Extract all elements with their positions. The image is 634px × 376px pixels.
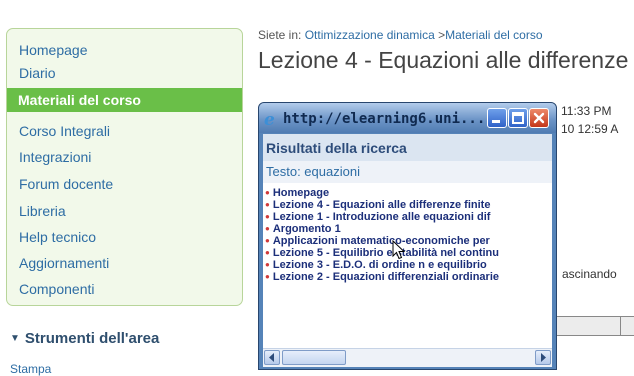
result-item-label: Lezione 1 - Introduzione alle equazioni … [272,211,491,223]
result-item[interactable]: ● Lezione 5 - Equilibrio e stabilità nel … [263,247,552,259]
sidebar-item-componenti[interactable]: Componenti [7,277,242,301]
breadcrumb-link-materials[interactable]: Materiali del corso [445,28,542,42]
search-query-text: Testo: equazioni [266,164,360,179]
result-item[interactable]: ● Argomento 1 [263,223,552,235]
scroll-left-button[interactable] [264,350,280,365]
bullet-icon: ● [265,200,270,209]
result-item[interactable]: ● Lezione 3 - E.D.O. di ordine n e equili… [263,259,552,271]
result-item[interactable]: ● Lezione 1 - Introduzione alle equazioni… [263,211,552,223]
bullet-icon: ● [265,188,270,197]
result-item-label: Applicazioni matematico-economiche per [272,235,490,247]
maximize-button[interactable] [508,108,528,128]
table-cell-divider [620,317,621,335]
background-text-fragment: ascinando [562,267,617,281]
triangle-down-icon: ▼ [10,333,20,344]
close-button[interactable] [529,108,549,128]
chevron-right-icon [541,353,546,362]
breadcrumb-link-course[interactable]: Ottimizzazione dinamica [305,28,435,42]
sidebar-item-materiali-del-corso[interactable]: Materiali del corso [7,88,242,112]
minimize-button[interactable] [487,108,507,128]
sidebar-item-libreria[interactable]: Libreria [7,199,242,223]
sidebar-item-homepage[interactable]: Homepage [7,38,242,62]
results-header: Risultati della ricerca [263,134,552,161]
result-item-label: Lezione 5 - Equilibrio e stabilità nel c… [272,247,499,259]
result-item[interactable]: ● Applicazioni matematico-economiche per [263,235,552,247]
result-list: ● Homepage ● Lezione 4 - Equazioni alle di… [263,187,552,283]
popup-content: Risultati della ricerca Testo: equazioni… [263,134,552,348]
sidebar-item-forum-docente[interactable]: Forum docente [7,172,242,196]
mouse-cursor-icon [392,240,406,260]
result-item-label: Lezione 3 - E.D.O. di ordine n e equilib… [272,259,487,271]
sidebar-item-help-tecnico[interactable]: Help tecnico [7,225,242,249]
minimize-icon [492,120,500,123]
result-item-label: Lezione 2 - Equazioni differenziali ordi… [272,271,499,283]
search-query: Testo: equazioni [263,161,552,183]
tools-section-header[interactable]: ▼ Strumenti dell'area [10,330,159,347]
scroll-thumb[interactable] [282,350,346,365]
bullet-icon: ● [265,272,270,281]
result-item-label: Homepage [272,187,330,199]
background-timestamp-2: 10 12:59 A [561,122,619,136]
scroll-right-button[interactable] [535,350,551,365]
result-item[interactable]: ● Lezione 2 - Equazioni differenziali ord… [263,271,552,283]
result-item-label: Argomento 1 [272,223,341,235]
result-item[interactable]: ● Homepage [263,187,552,199]
ie-icon: e [264,110,275,130]
bullet-icon: ● [265,260,270,269]
result-item-label: Lezione 4 - Equazioni alle differenze fi… [272,199,491,211]
tools-item-stampa[interactable]: Stampa [10,362,51,376]
maximize-icon [512,112,524,124]
popup-title: http://elearning6.uni... [283,111,486,127]
horizontal-scrollbar[interactable] [263,348,552,367]
background-table-header [548,316,634,336]
close-icon [533,112,545,124]
result-item[interactable]: ● Lezione 4 - Equazioni alle differenze f… [263,199,552,211]
tools-section-label: Strumenti dell'area [24,330,160,347]
bullet-icon: ● [265,248,270,257]
background-timestamp-1: 11:33 PM [561,104,612,118]
bullet-icon: ● [265,236,270,245]
search-results-popup-window[interactable]: e http://elearning6.uni... Risultati del… [258,102,557,370]
sidebar-item-aggiornamenti[interactable]: Aggiornamenti [7,251,242,275]
sidebar-item-diario[interactable]: Diario [7,61,242,85]
sidebar-item-integrazioni[interactable]: Integrazioni [7,145,242,169]
bullet-icon: ● [265,212,270,221]
breadcrumb-prefix: Siete in: [258,28,302,42]
sidebar-menu: Homepage Diario Materiali del corso Cors… [6,28,243,306]
chevron-left-icon [269,353,274,362]
breadcrumb: Siete in: Ottimizzazione dinamica >Mater… [258,28,543,42]
results-title: Risultati della ricerca [266,140,407,156]
popup-titlebar[interactable]: e http://elearning6.uni... [259,103,556,133]
bullet-icon: ● [265,224,270,233]
page-title: Lezione 4 - Equazioni alle differenze [258,47,629,73]
sidebar-item-corso-integrali[interactable]: Corso Integrali [7,119,242,143]
